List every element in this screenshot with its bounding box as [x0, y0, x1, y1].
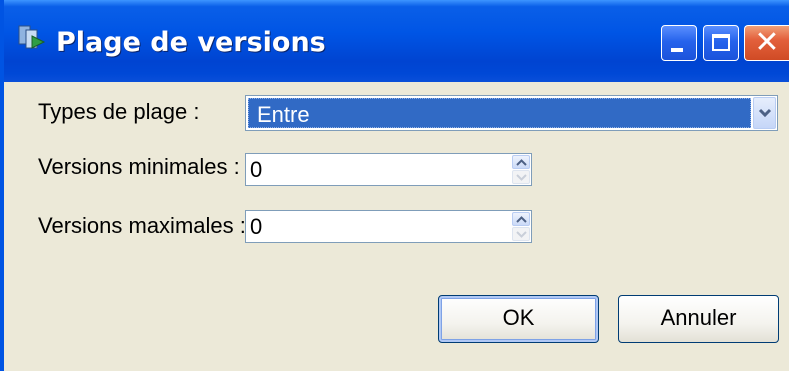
min-versions-decrement[interactable]: [512, 170, 530, 184]
min-versions-value[interactable]: 0: [250, 156, 262, 184]
range-type-label: Types de plage :: [38, 99, 200, 124]
ok-button[interactable]: OK: [438, 295, 599, 343]
maximize-icon: [712, 34, 730, 51]
range-type-selection: Entre: [248, 98, 751, 128]
arrow-up-icon: [516, 159, 527, 166]
arrow-up-icon: [516, 216, 527, 223]
minimize-icon: [671, 48, 683, 52]
chevron-down-icon: [758, 108, 772, 118]
min-versions-label: Versions minimales :: [38, 154, 240, 179]
window-title: Plage de versions: [56, 27, 326, 58]
close-button[interactable]: ✕: [744, 25, 789, 61]
arrow-down-icon: [516, 174, 527, 181]
title-bar[interactable]: Plage de versions ✕: [4, 0, 789, 82]
range-type-select[interactable]: Entre: [245, 95, 778, 131]
max-versions-decrement[interactable]: [512, 227, 530, 241]
dialog-window: Plage de versions ✕ Types de plage : Ent…: [0, 0, 790, 371]
dropdown-arrow-button[interactable]: [753, 97, 776, 129]
cancel-button[interactable]: Annuler: [618, 295, 779, 343]
min-versions-spinner[interactable]: 0: [245, 153, 532, 186]
range-type-value: Entre: [257, 102, 310, 127]
max-versions-label: Versions maximales :: [38, 213, 246, 238]
max-versions-increment[interactable]: [512, 212, 530, 226]
close-icon: ✕: [754, 25, 780, 60]
minimize-button[interactable]: [661, 25, 697, 61]
max-versions-spinner[interactable]: 0: [245, 210, 532, 243]
min-versions-increment[interactable]: [512, 155, 530, 169]
maximize-button[interactable]: [703, 25, 739, 61]
versions-app-icon: [16, 22, 46, 52]
max-versions-value[interactable]: 0: [250, 213, 262, 241]
arrow-down-icon: [516, 231, 527, 238]
